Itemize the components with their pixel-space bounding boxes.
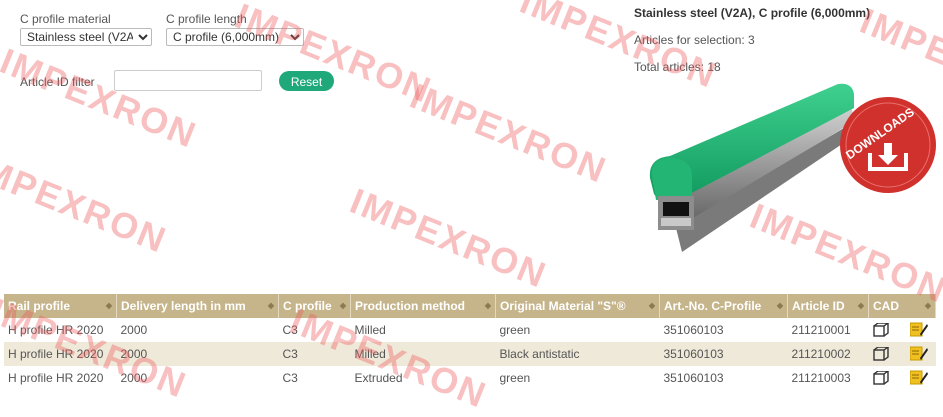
cell-article-id: 211210002 (787, 342, 869, 366)
cube-icon[interactable] (872, 370, 889, 385)
cell-cad (868, 342, 936, 366)
cell-rail-profile: H profile HR 2020 (4, 342, 117, 366)
cell-rail-profile: H profile HR 2020 (4, 366, 117, 390)
cube-icon[interactable] (872, 322, 889, 337)
sort-icon: ◆ (648, 301, 655, 310)
sort-icon: ◆ (484, 301, 491, 310)
cell-c-profile: C3 (278, 366, 351, 390)
sort-icon: ◆ (857, 301, 864, 310)
cell-art-no: 351060103 (659, 318, 788, 342)
cell-article-id: 211210003 (787, 366, 869, 390)
col-art-no[interactable]: Art.-No. C-Profile ◆ (659, 294, 788, 318)
col-c-profile[interactable]: C profile ◆ (278, 294, 351, 318)
download-edit-icon[interactable] (909, 321, 928, 337)
download-edit-icon[interactable] (909, 369, 928, 385)
cell-production-method: Milled (350, 318, 496, 342)
cell-rail-profile: H profile HR 2020 (4, 318, 117, 342)
cell-delivery-length: 2000 (116, 318, 279, 342)
cell-c-profile: C3 (278, 318, 351, 342)
download-edit-icon[interactable] (909, 345, 928, 361)
cell-delivery-length: 2000 (116, 342, 279, 366)
downloads-badge[interactable]: DOWNLOADS (838, 95, 938, 195)
col-cad[interactable]: CAD ◆ (868, 294, 936, 318)
col-delivery-length[interactable]: Delivery length in mm ◆ (116, 294, 279, 318)
product-image (648, 80, 860, 260)
selection-title: Stainless steel (V2A), C profile (6,000m… (634, 6, 871, 20)
col-original-material[interactable]: Original Material "S"® ◆ (495, 294, 660, 318)
material-select[interactable]: Stainless steel (V2A) (20, 28, 152, 46)
cell-production-method: Extruded (350, 366, 496, 390)
sort-icon: ◆ (776, 301, 783, 310)
length-label: C profile length (166, 12, 247, 26)
watermark: IMPEXRON (0, 40, 203, 156)
table-header-row: Rail profile ◆ Delivery length in mm ◆ C p… (4, 294, 936, 318)
cell-material: green (495, 366, 660, 390)
cell-article-id: 211210001 (787, 318, 869, 342)
cell-production-method: Milled (350, 342, 496, 366)
article-filter-input[interactable] (114, 70, 262, 91)
cell-art-no: 351060103 (659, 366, 788, 390)
watermark: IMPEXRON (404, 75, 613, 191)
col-rail-profile[interactable]: Rail profile ◆ (4, 294, 117, 318)
table-row[interactable]: H profile HR 2020 2000 C3 Milled green 3… (4, 318, 936, 342)
watermark: IMPEXRON (0, 145, 173, 261)
cell-art-no: 351060103 (659, 342, 788, 366)
sort-icon: ◆ (924, 301, 931, 310)
cube-icon[interactable] (872, 346, 889, 361)
length-select[interactable]: C profile (6,000mm) (166, 28, 304, 46)
col-article-id[interactable]: Article ID ◆ (787, 294, 869, 318)
cell-delivery-length: 2000 (116, 366, 279, 390)
watermark: IMPEXRON (344, 180, 553, 296)
article-filter-label: Article ID filter (20, 75, 95, 89)
cell-material: Black antistatic (495, 342, 660, 366)
sort-icon: ◆ (105, 301, 112, 310)
cell-cad (868, 366, 936, 390)
reset-button[interactable]: Reset (279, 71, 334, 91)
sort-icon: ◆ (339, 301, 346, 310)
col-production-method[interactable]: Production method ◆ (350, 294, 496, 318)
cell-cad (868, 318, 936, 342)
total-articles: Total articles: 18 (634, 60, 721, 74)
articles-for-selection: Articles for selection: 3 (634, 33, 755, 47)
watermark: IMPEXRON (229, 0, 438, 111)
table-row[interactable]: H profile HR 2020 2000 C3 Milled Black a… (4, 342, 936, 366)
cell-c-profile: C3 (278, 342, 351, 366)
cell-material: green (495, 318, 660, 342)
table-row[interactable]: H profile HR 2020 2000 C3 Extruded green… (4, 366, 936, 390)
results-table: Rail profile ◆ Delivery length in mm ◆ C p… (4, 294, 936, 390)
sort-icon: ◆ (267, 301, 274, 310)
material-label: C profile material (20, 12, 111, 26)
